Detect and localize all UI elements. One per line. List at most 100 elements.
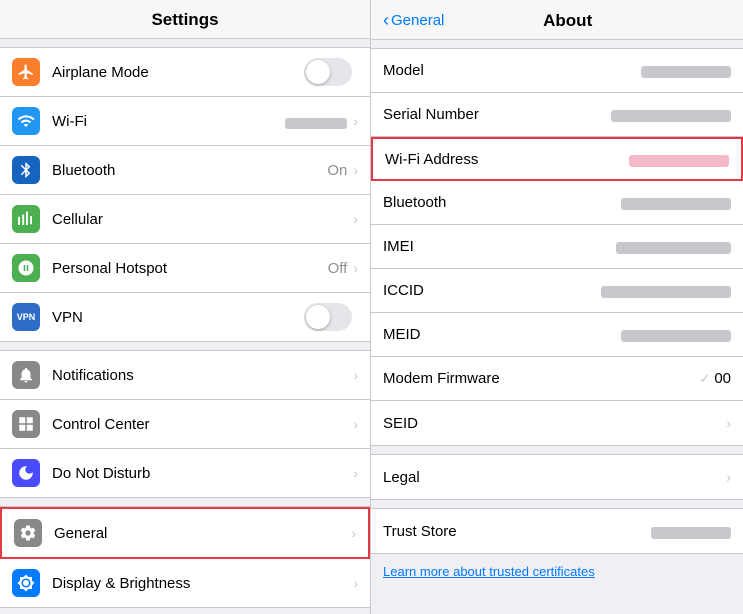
general-icon <box>14 519 42 547</box>
hotspot-value: Off <box>328 260 348 277</box>
control-center-icon <box>12 410 40 438</box>
serial-blurred <box>611 110 731 122</box>
airplane-label: Airplane Mode <box>52 64 304 81</box>
about-info-group: Model Serial Number Wi-Fi Address Blueto… <box>371 48 743 446</box>
iccid-value <box>513 283 731 298</box>
vpn-toggle-knob <box>306 305 330 329</box>
model-blurred <box>641 66 731 78</box>
about-bluetooth-blurred <box>621 198 731 210</box>
bluetooth-value: On <box>327 162 347 179</box>
general-chevron: › <box>351 525 356 541</box>
hotspot-icon <box>12 254 40 282</box>
serial-label: Serial Number <box>383 106 513 123</box>
wifi-address-blurred <box>629 155 729 167</box>
imei-blurred <box>616 242 731 254</box>
cellular-chevron: › <box>353 211 358 227</box>
settings-item-hotspot[interactable]: Personal Hotspot Off › <box>0 244 370 293</box>
bluetooth-chevron: › <box>353 162 358 178</box>
trust-store-blurred <box>651 527 731 539</box>
dnd-icon <box>12 459 40 487</box>
modem-version: 00 <box>714 370 731 387</box>
control-center-label: Control Center <box>52 416 351 433</box>
about-modem-row: Modem Firmware ✓ 00 <box>371 357 743 401</box>
legal-chevron: › <box>726 469 731 485</box>
wifi-chevron: › <box>353 113 358 129</box>
left-title: Settings <box>0 10 370 30</box>
wifi-icon <box>12 107 40 135</box>
legal-group: Legal › <box>371 454 743 500</box>
hotspot-chevron: › <box>353 260 358 276</box>
about-iccid-row: ICCID <box>371 269 743 313</box>
iccid-label: ICCID <box>383 282 513 299</box>
seid-chevron: › <box>726 415 731 431</box>
settings-item-notifications[interactable]: Notifications › <box>0 351 370 400</box>
settings-item-control-center[interactable]: Control Center › <box>0 400 370 449</box>
settings-item-wifi[interactable]: Wi-Fi . › <box>0 97 370 146</box>
airplane-icon <box>12 58 40 86</box>
display-chevron: › <box>353 575 358 591</box>
about-seid-row[interactable]: SEID › <box>371 401 743 445</box>
airplane-toggle[interactable] <box>304 58 352 86</box>
bluetooth-icon <box>12 156 40 184</box>
meid-value <box>513 327 731 342</box>
vpn-toggle[interactable] <box>304 303 352 331</box>
settings-item-cellular[interactable]: Cellular › <box>0 195 370 244</box>
about-bluetooth-label: Bluetooth <box>383 194 513 211</box>
bluetooth-label: Bluetooth <box>52 162 327 179</box>
general-group: General › Display & Brightness › <box>0 506 370 608</box>
vpn-icon: VPN <box>12 303 40 331</box>
display-label: Display & Brightness <box>52 575 351 592</box>
connectivity-group: Airplane Mode Wi-Fi . › Bluetooth On › <box>0 47 370 342</box>
system-group: Notifications › Control Center › Do Not … <box>0 350 370 498</box>
right-title: About <box>444 11 691 31</box>
settings-item-general[interactable]: General › <box>0 507 370 559</box>
meid-blurred <box>621 330 731 342</box>
legal-label: Legal <box>383 469 513 486</box>
display-icon <box>12 569 40 597</box>
serial-value <box>513 107 731 122</box>
settings-item-bluetooth[interactable]: Bluetooth On › <box>0 146 370 195</box>
back-label: General <box>391 12 444 29</box>
general-label: General <box>54 525 349 542</box>
model-value <box>513 63 731 78</box>
airplane-toggle-knob <box>306 60 330 84</box>
wifi-label: Wi-Fi <box>52 113 285 130</box>
seid-label: SEID <box>383 415 513 432</box>
about-bluetooth-value <box>513 195 731 210</box>
settings-item-dnd[interactable]: Do Not Disturb › <box>0 449 370 497</box>
trust-store-row: Trust Store <box>371 509 743 553</box>
settings-item-airplane[interactable]: Airplane Mode <box>0 48 370 97</box>
settings-item-display[interactable]: Display & Brightness › <box>0 559 370 607</box>
trust-store-value <box>513 524 731 539</box>
about-imei-row: IMEI <box>371 225 743 269</box>
vpn-label: VPN <box>52 309 304 326</box>
left-header: Settings <box>0 0 370 39</box>
cellular-label: Cellular <box>52 211 351 228</box>
settings-item-vpn[interactable]: VPN VPN <box>0 293 370 341</box>
right-panel: ‹ General About Model Serial Number Wi-F… <box>370 0 743 614</box>
modem-label: Modem Firmware <box>383 370 513 387</box>
right-header: ‹ General About <box>371 0 743 40</box>
iccid-blurred <box>601 286 731 298</box>
imei-label: IMEI <box>383 238 513 255</box>
about-meid-row: MEID <box>371 313 743 357</box>
trust-store-label: Trust Store <box>383 523 513 540</box>
legal-row[interactable]: Legal › <box>371 455 743 499</box>
wifi-address-label: Wi-Fi Address <box>385 151 515 168</box>
back-button[interactable]: ‹ General <box>383 10 444 31</box>
notifications-icon <box>12 361 40 389</box>
about-serial-row: Serial Number <box>371 93 743 137</box>
hotspot-label: Personal Hotspot <box>52 260 328 277</box>
meid-label: MEID <box>383 326 513 343</box>
learn-more-link[interactable]: Learn more about trusted certificates <box>371 554 743 589</box>
vpn-text: VPN <box>17 312 36 322</box>
control-center-chevron: › <box>353 416 358 432</box>
cellular-icon <box>12 205 40 233</box>
about-wifi-address-row: Wi-Fi Address <box>371 137 743 181</box>
left-panel: Settings Airplane Mode Wi-Fi . › <box>0 0 370 614</box>
modem-checkmark: ✓ <box>699 371 710 387</box>
dnd-chevron: › <box>353 465 358 481</box>
model-label: Model <box>383 62 513 79</box>
wifi-address-value <box>515 152 729 167</box>
trust-store-group: Trust Store <box>371 508 743 554</box>
